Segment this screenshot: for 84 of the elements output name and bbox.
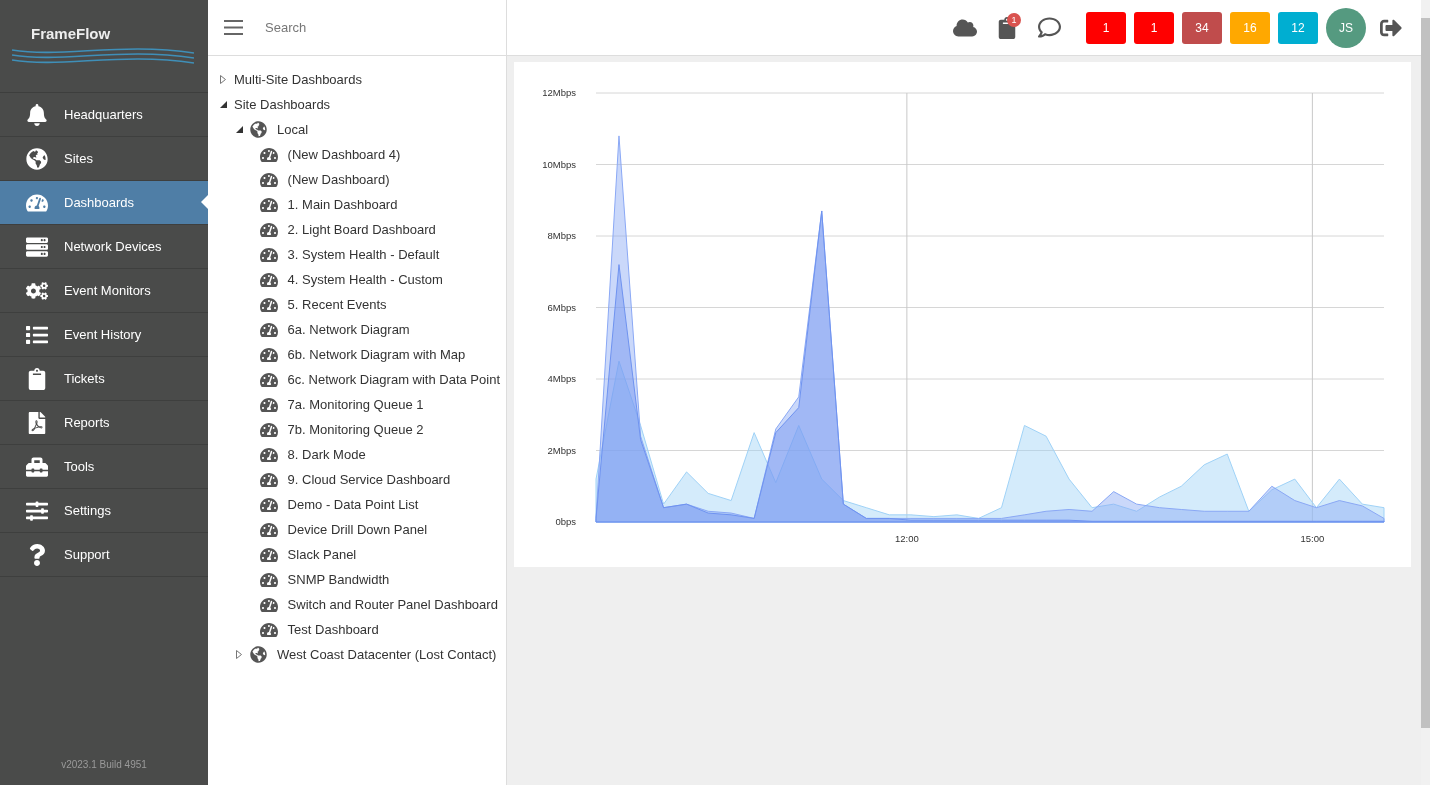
gauge-icon <box>259 420 278 439</box>
nav-item[interactable]: Headquarters <box>0 93 208 137</box>
gauge-icon <box>259 620 278 639</box>
tree-item[interactable]: 3. System Health - Default <box>287 247 440 262</box>
tree-item[interactable]: Slack Panel <box>287 547 357 562</box>
server-icon <box>26 235 48 258</box>
nav-item[interactable]: Dashboards <box>0 181 208 225</box>
tree-item[interactable]: SNMP Bandwidth <box>287 572 390 587</box>
gauge-icon <box>259 245 278 264</box>
tree-item[interactable]: 6c. Network Diagram with Data Point <box>287 372 500 387</box>
toolbox-icon <box>26 455 48 478</box>
gauge-icon <box>259 395 278 414</box>
tree-item[interactable]: West Coast Datacenter (Lost Contact) <box>277 647 497 662</box>
globe-icon <box>26 147 48 170</box>
tree-item[interactable]: Switch and Router Panel Dashboard <box>287 597 498 612</box>
nav-item[interactable]: Tools <box>0 445 208 489</box>
axis-label: 6Mbps <box>547 301 576 313</box>
status-count[interactable]: 34 <box>1182 11 1222 44</box>
gauge-icon <box>259 170 278 189</box>
tree-item[interactable]: 4. System Health - Custom <box>287 272 443 287</box>
expanded-arrow-icon[interactable] <box>235 126 243 133</box>
gauge-icon <box>259 145 278 164</box>
axis-label: 4Mbps <box>547 373 576 384</box>
gauge-icon <box>259 270 278 289</box>
document-icon <box>26 411 48 434</box>
axis-label: 15:00 <box>1300 533 1325 544</box>
axis-label: 8Mbps <box>547 230 576 241</box>
globe-icon <box>250 646 267 663</box>
collapsed-arrow-icon[interactable] <box>236 650 242 659</box>
gauge-icon <box>259 445 278 464</box>
collapsed-arrow-icon[interactable] <box>220 75 226 84</box>
axis-label: 12Mbps <box>542 87 576 98</box>
gears-icon <box>26 279 48 302</box>
tree-item[interactable]: Demo - Data Point List <box>287 497 419 512</box>
gauge-icon <box>259 370 278 389</box>
gauge-icon <box>259 295 278 314</box>
nav-item[interactable]: Network Devices <box>0 225 208 269</box>
menu-icon[interactable] <box>224 20 243 35</box>
globe-icon <box>250 121 267 138</box>
tree-item[interactable]: 7a. Monitoring Queue 1 <box>287 397 424 412</box>
expanded-arrow-icon[interactable] <box>219 101 227 108</box>
axis-label: 2Mbps <box>547 444 576 456</box>
tree-item[interactable]: 8. Dark Mode <box>287 447 366 462</box>
nav-item[interactable]: Reports <box>0 401 208 445</box>
notification-badge: 1 <box>1007 12 1021 27</box>
logo-text: FrameFlow <box>31 24 112 42</box>
tree-item[interactable]: 2. Light Board Dashboard <box>287 222 436 237</box>
version-text: v2023.1 Build 4951 <box>61 759 147 770</box>
tree-item[interactable]: Site Dashboards <box>234 97 331 112</box>
bell-icon <box>26 103 48 126</box>
tree-item[interactable]: (New Dashboard) <box>287 172 390 187</box>
tree-item[interactable]: Local <box>277 122 309 137</box>
tree-item[interactable]: Device Drill Down Panel <box>287 522 428 537</box>
nav-item[interactable]: Event Monitors <box>0 269 208 313</box>
tree-item[interactable]: 6b. Network Diagram with Map <box>287 347 466 362</box>
chat-icon[interactable] <box>1037 16 1061 39</box>
axis-label: 10Mbps <box>542 158 576 170</box>
gauge-icon <box>259 545 278 564</box>
gauge-icon <box>259 495 278 514</box>
tree-item[interactable]: (New Dashboard 4) <box>287 147 401 162</box>
gauge-icon <box>259 320 278 339</box>
nav-item[interactable]: Tickets <box>0 357 208 401</box>
clipboard-icon <box>26 367 48 390</box>
list-icon <box>26 323 48 346</box>
tree-item[interactable]: Test Dashboard <box>287 622 379 637</box>
scrollbar-thumb[interactable] <box>1421 18 1430 728</box>
gauge-icon <box>259 595 278 614</box>
gauge-icon <box>259 220 278 239</box>
status-count[interactable]: 1 <box>1086 11 1126 44</box>
gauge-icon <box>259 195 278 214</box>
gauge-icon <box>259 520 278 539</box>
tree-item[interactable]: 6a. Network Diagram <box>287 322 410 337</box>
tree-item[interactable]: 7b. Monitoring Queue 2 <box>287 422 424 437</box>
status-count[interactable]: 1 <box>1134 11 1174 44</box>
gauge-icon <box>259 570 278 589</box>
tree-item[interactable]: 1. Main Dashboard <box>287 197 398 212</box>
tree-item[interactable]: Multi-Site Dashboards <box>234 72 362 87</box>
axis-label: 0bps <box>555 516 576 527</box>
sliders-icon <box>26 499 48 522</box>
tree-item[interactable]: 9. Cloud Service Dashboard <box>287 472 451 487</box>
tree-item[interactable]: 5. Recent Events <box>287 297 387 312</box>
gauge-icon <box>259 345 278 364</box>
axis-label: 12:00 <box>895 533 919 544</box>
gauge-icon <box>259 470 278 489</box>
